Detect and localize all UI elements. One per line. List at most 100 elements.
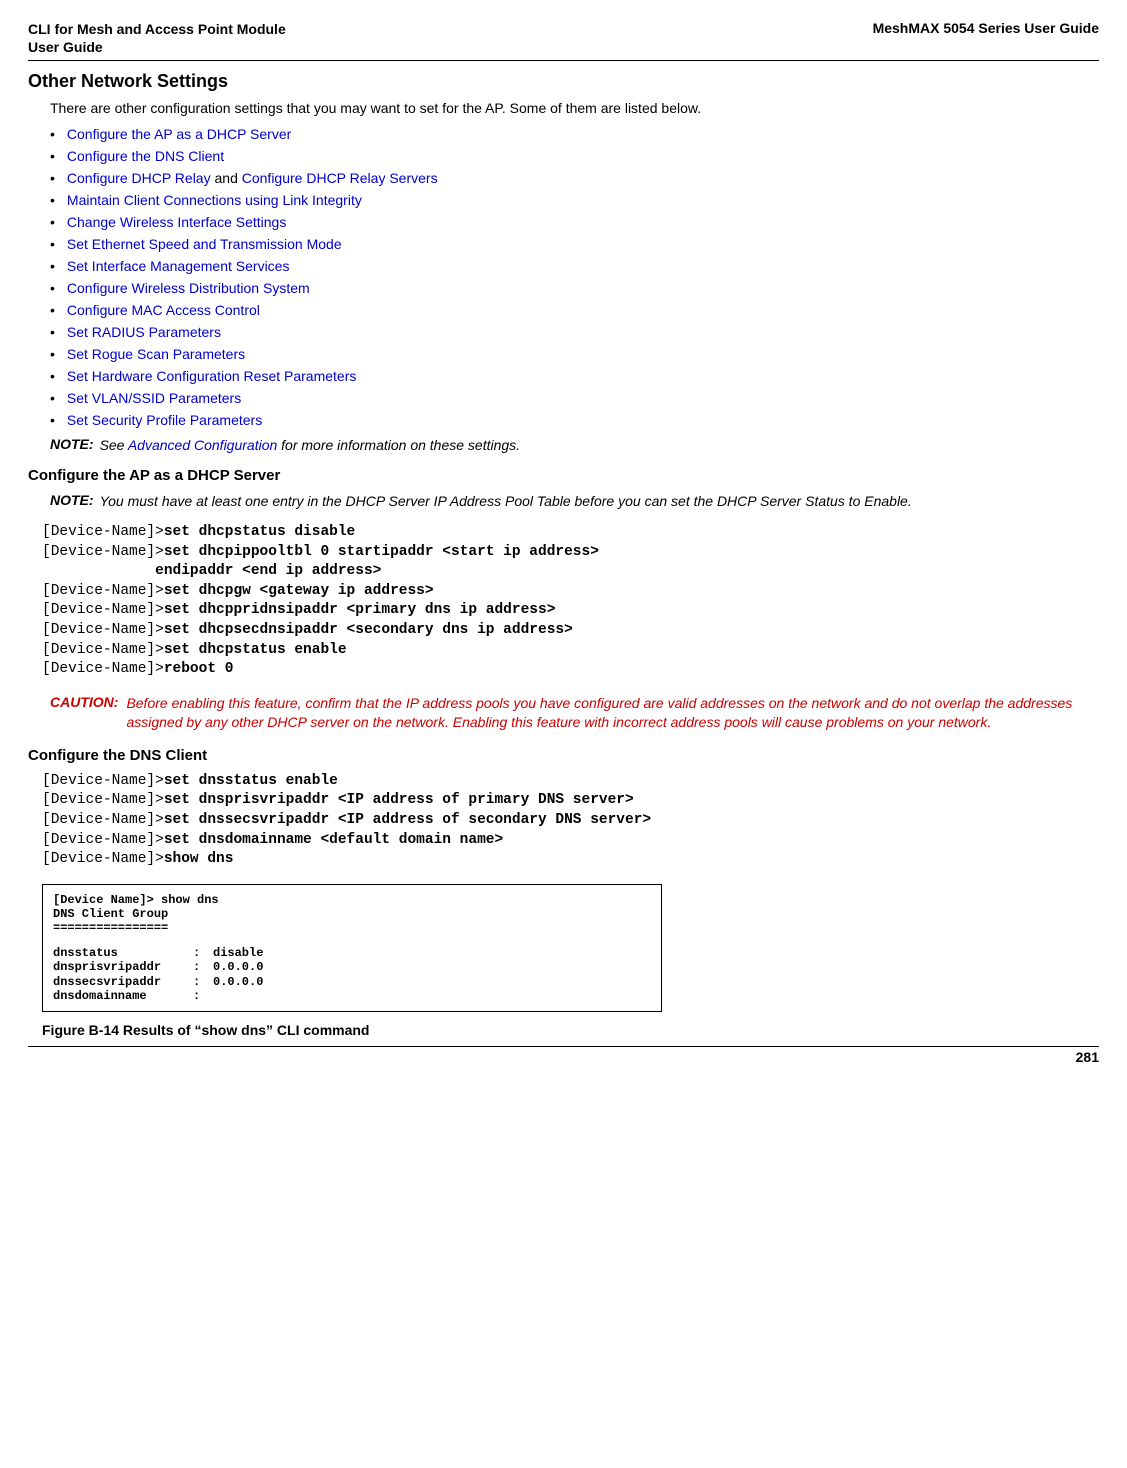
cmd: set dhcpgw <gateway ip address> (164, 583, 434, 599)
subheading-dns-client: Configure the DNS Client (28, 747, 1099, 764)
note-advanced-config: NOTE: See Advanced Configuration for mor… (50, 436, 1099, 455)
list-item: Configure MAC Access Control (50, 302, 1099, 318)
prompt: [Device-Name]> (42, 832, 164, 848)
dns-colon: : (193, 975, 213, 989)
figure-caption: Figure B-14 Results of “show dns” CLI co… (42, 1022, 1099, 1038)
cmd: set dhcpippooltbl 0 startipaddr <start i… (164, 544, 599, 560)
dns-val: 0.0.0.0 (213, 975, 293, 989)
dns-table: dnsstatus:disable dnsprisvripaddr:0.0.0.… (53, 946, 651, 1004)
dns-key: dnssecsvripaddr (53, 975, 193, 989)
cmd: set dhcppridnsipaddr <primary dns ip add… (164, 602, 556, 618)
code-block-dhcp: [Device-Name]>set dhcpstatus disable [De… (42, 523, 1099, 680)
caution-label: CAUTION: (50, 694, 118, 710)
prompt: [Device-Name]> (42, 602, 164, 618)
header-left-line1: CLI for Mesh and Access Point Module (28, 21, 286, 37)
link-vlan-ssid[interactable]: Set VLAN/SSID Parameters (67, 390, 241, 406)
list-item: Set VLAN/SSID Parameters (50, 390, 1099, 406)
section-title: Other Network Settings (28, 71, 1099, 92)
prompt: [Device-Name]> (42, 622, 164, 638)
screenshot-show-dns: [Device Name]> show dns DNS Client Group… (42, 884, 662, 1013)
screenshot-line: [Device Name]> show dns (53, 893, 651, 907)
page-header: CLI for Mesh and Access Point Module Use… (28, 20, 1099, 56)
spacer (53, 936, 651, 946)
link-and-text: and (211, 170, 242, 186)
dns-key: dnsstatus (53, 946, 193, 960)
page-number: 281 (28, 1049, 1099, 1065)
link-dhcp-server[interactable]: Configure the AP as a DHCP Server (67, 126, 291, 142)
note-text-after: for more information on these settings. (277, 437, 520, 453)
link-dhcp-relay-servers[interactable]: Configure DHCP Relay Servers (242, 170, 438, 186)
dns-colon: : (193, 960, 213, 974)
prompt: [Device-Name]> (42, 642, 164, 658)
link-hw-reset[interactable]: Set Hardware Configuration Reset Paramet… (67, 368, 356, 384)
link-link-integrity[interactable]: Maintain Client Connections using Link I… (67, 192, 362, 208)
screenshot-line: ================ (53, 921, 651, 935)
list-item: Configure the AP as a DHCP Server (50, 126, 1099, 142)
cmd: set dnsdomainname <default domain name> (164, 832, 503, 848)
header-right: MeshMAX 5054 Series User Guide (873, 20, 1099, 36)
list-item: Set Security Profile Parameters (50, 412, 1099, 428)
cmd: endipaddr <end ip address> (42, 563, 381, 579)
screenshot-line: DNS Client Group (53, 907, 651, 921)
dns-colon: : (193, 989, 213, 1003)
intro-text: There are other configuration settings t… (50, 100, 1099, 116)
caution-text: Before enabling this feature, confirm th… (126, 694, 1099, 733)
list-item: Configure Wireless Distribution System (50, 280, 1099, 296)
dns-key: dnsprisvripaddr (53, 960, 193, 974)
prompt: [Device-Name]> (42, 812, 164, 828)
link-advanced-config[interactable]: Advanced Configuration (128, 437, 277, 453)
dns-val: disable (213, 946, 293, 960)
link-security-profile[interactable]: Set Security Profile Parameters (67, 412, 262, 428)
dns-val (213, 989, 293, 1003)
link-list: Configure the AP as a DHCP Server Config… (50, 126, 1099, 428)
dns-colon: : (193, 946, 213, 960)
cmd: set dhcpstatus disable (164, 524, 355, 540)
dns-val: 0.0.0.0 (213, 960, 293, 974)
note-text-before: See (100, 437, 128, 453)
dns-key: dnsdomainname (53, 989, 193, 1003)
list-item: Set Rogue Scan Parameters (50, 346, 1099, 362)
link-wds[interactable]: Configure Wireless Distribution System (67, 280, 310, 296)
link-interface-mgmt[interactable]: Set Interface Management Services (67, 258, 290, 274)
caution-dhcp: CAUTION: Before enabling this feature, c… (50, 694, 1099, 733)
link-ethernet-speed[interactable]: Set Ethernet Speed and Transmission Mode (67, 236, 342, 252)
prompt: [Device-Name]> (42, 792, 164, 808)
cmd: reboot 0 (164, 661, 234, 677)
list-item: Configure the DNS Client (50, 148, 1099, 164)
list-item: Set Interface Management Services (50, 258, 1099, 274)
prompt: [Device-Name]> (42, 583, 164, 599)
prompt: [Device-Name]> (42, 851, 164, 867)
link-radius[interactable]: Set RADIUS Parameters (67, 324, 221, 340)
footer-divider (28, 1046, 1099, 1047)
link-mac-access[interactable]: Configure MAC Access Control (67, 302, 260, 318)
cmd: set dhcpstatus enable (164, 642, 347, 658)
list-item: Configure DHCP Relay and Configure DHCP … (50, 170, 1099, 186)
header-divider (28, 60, 1099, 61)
note-text: See Advanced Configuration for more info… (100, 436, 521, 455)
link-rogue-scan[interactable]: Set Rogue Scan Parameters (67, 346, 245, 362)
note-text: You must have at least one entry in the … (100, 492, 912, 511)
list-item: Set RADIUS Parameters (50, 324, 1099, 340)
code-block-dns: [Device-Name]>set dnsstatus enable [Devi… (42, 772, 1099, 870)
note-label: NOTE: (50, 492, 94, 508)
list-item: Maintain Client Connections using Link I… (50, 192, 1099, 208)
header-left-line2: User Guide (28, 39, 103, 55)
cmd: show dns (164, 851, 234, 867)
link-dns-client[interactable]: Configure the DNS Client (67, 148, 224, 164)
link-dhcp-relay[interactable]: Configure DHCP Relay (67, 170, 211, 186)
cmd: set dnsstatus enable (164, 773, 338, 789)
prompt: [Device-Name]> (42, 544, 164, 560)
cmd: set dnssecsvripaddr <IP address of secon… (164, 812, 651, 828)
list-item: Set Ethernet Speed and Transmission Mode (50, 236, 1099, 252)
cmd: set dhcpsecdnsipaddr <secondary dns ip a… (164, 622, 573, 638)
prompt: [Device-Name]> (42, 524, 164, 540)
link-wireless-interface[interactable]: Change Wireless Interface Settings (67, 214, 286, 230)
note-dhcp-pool: NOTE: You must have at least one entry i… (50, 492, 1099, 511)
list-item: Change Wireless Interface Settings (50, 214, 1099, 230)
cmd: set dnsprisvripaddr <IP address of prima… (164, 792, 634, 808)
subheading-dhcp-server: Configure the AP as a DHCP Server (28, 467, 1099, 484)
header-left: CLI for Mesh and Access Point Module Use… (28, 20, 286, 56)
list-item: Set Hardware Configuration Reset Paramet… (50, 368, 1099, 384)
prompt: [Device-Name]> (42, 773, 164, 789)
prompt: [Device-Name]> (42, 661, 164, 677)
